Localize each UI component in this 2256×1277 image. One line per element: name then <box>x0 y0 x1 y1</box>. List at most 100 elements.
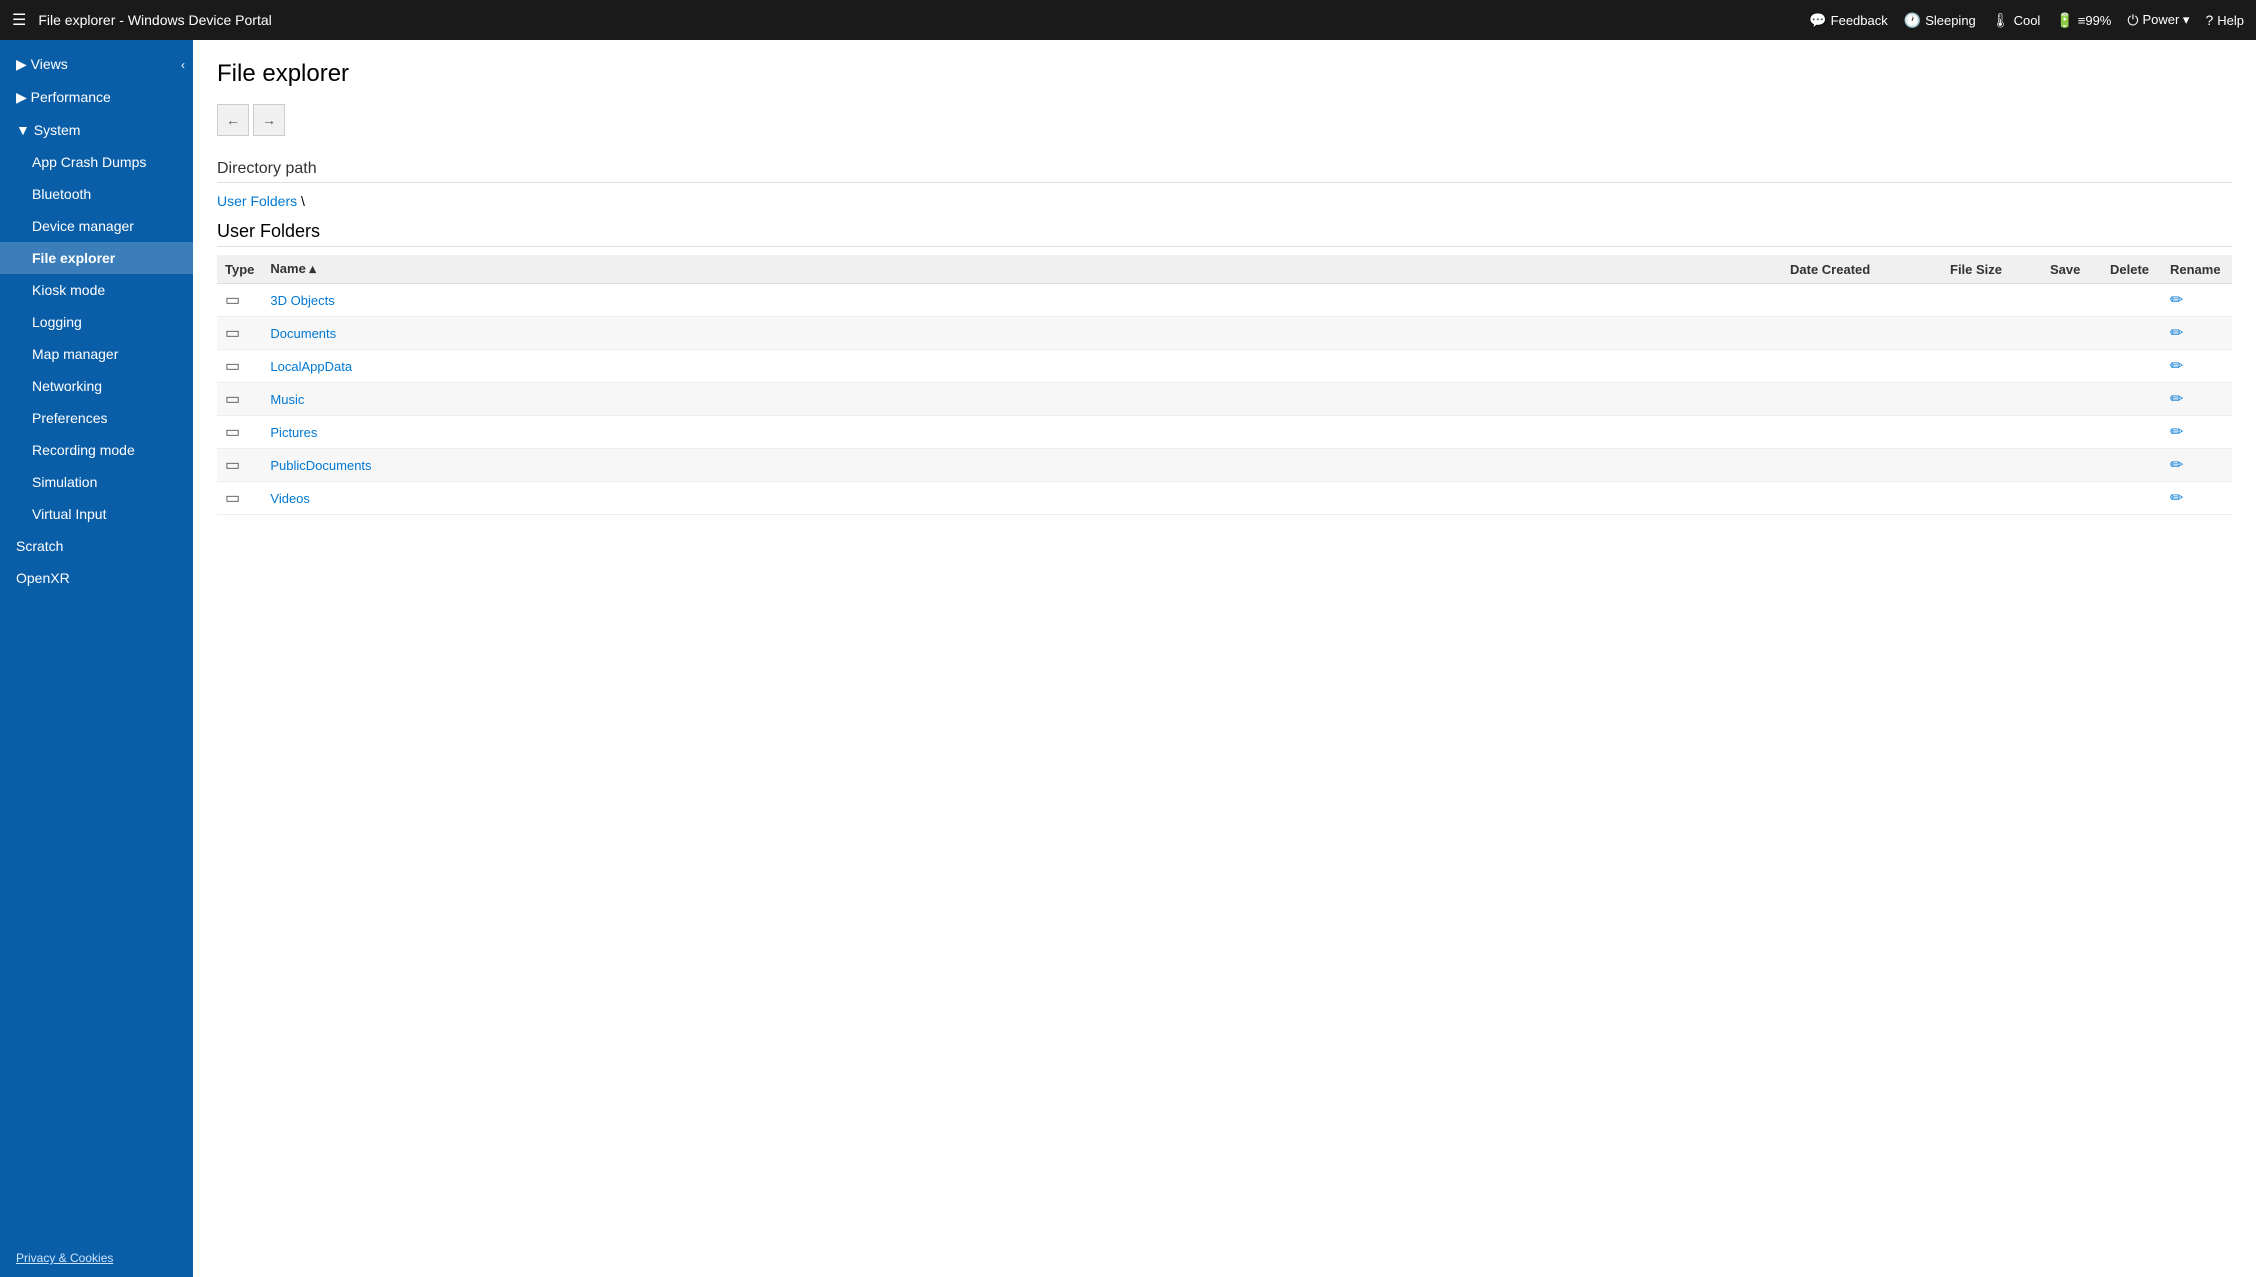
table-row: ▭ LocalAppData ✏ <box>217 350 2232 383</box>
sidebar-item-performance[interactable]: ▶ Performance <box>0 81 193 114</box>
sidebar-item-views[interactable]: ▶ Views <box>0 48 193 81</box>
sidebar-item-map-manager[interactable]: Map manager <box>0 338 193 370</box>
cell-delete-documents <box>2102 317 2162 350</box>
folder-link-music[interactable]: Music <box>270 392 304 407</box>
cell-delete-public-documents <box>2102 449 2162 482</box>
cell-size-videos <box>1942 482 2042 515</box>
sleeping-status[interactable]: 🕐 Sleeping <box>1904 12 1976 29</box>
cell-delete-videos <box>2102 482 2162 515</box>
cell-save-documents <box>2042 317 2102 350</box>
help-icon: ? <box>2205 12 2213 28</box>
cell-size-3d-objects <box>1942 284 2042 317</box>
sidebar-item-scratch[interactable]: Scratch <box>0 530 193 562</box>
cell-date-public-documents <box>1782 449 1942 482</box>
cell-name-3d-objects: 3D Objects <box>262 284 1782 317</box>
cell-delete-3d-objects <box>2102 284 2162 317</box>
cell-name-local-app-data: LocalAppData <box>262 350 1782 383</box>
status-bar: 💬 Feedback 🕐 Sleeping 🌡 Cool 🔋 ≡99% ⏻ Po… <box>1809 12 2244 29</box>
cell-type-music: ▭ <box>217 383 262 416</box>
power-button[interactable]: ⏻ Power ▾ <box>2127 12 2189 29</box>
cell-delete-local-app-data <box>2102 350 2162 383</box>
sidebar-item-simulation[interactable]: Simulation <box>0 466 193 498</box>
rename-button-documents[interactable]: ✏ <box>2170 323 2183 343</box>
rename-button-local-app-data[interactable]: ✏ <box>2170 356 2183 376</box>
cell-name-music: Music <box>262 383 1782 416</box>
sidebar-item-file-explorer[interactable]: File explorer <box>0 242 193 274</box>
sidebar-item-device-manager[interactable]: Device manager <box>0 210 193 242</box>
menu-icon[interactable]: ☰ <box>12 10 26 30</box>
table-row: ▭ PublicDocuments ✏ <box>217 449 2232 482</box>
help-button[interactable]: ? Help <box>2205 12 2244 28</box>
file-table: Type Name ▴ Date Created File Size Save … <box>217 255 2232 515</box>
table-row: ▭ Pictures ✏ <box>217 416 2232 449</box>
folder-icon-pictures: ▭ <box>225 424 240 441</box>
rename-button-music[interactable]: ✏ <box>2170 389 2183 409</box>
sidebar-item-system[interactable]: ▼ System <box>0 114 193 146</box>
cell-save-pictures <box>2042 416 2102 449</box>
cell-rename-videos: ✏ <box>2162 482 2232 515</box>
sidebar-item-app-crash-dumps[interactable]: App Crash Dumps <box>0 146 193 178</box>
sidebar-item-virtual-input[interactable]: Virtual Input <box>0 498 193 530</box>
breadcrumb-sep: \ <box>297 193 305 209</box>
sleeping-icon: 🕐 <box>1904 12 1921 29</box>
power-label: Power ▾ <box>2142 12 2189 28</box>
battery-icon: 🔋 <box>2056 12 2073 29</box>
folder-link-documents[interactable]: Documents <box>270 326 336 341</box>
folder-link-public-documents[interactable]: PublicDocuments <box>270 458 371 473</box>
cell-name-public-documents: PublicDocuments <box>262 449 1782 482</box>
folder-link-pictures[interactable]: Pictures <box>270 425 317 440</box>
folder-link-videos[interactable]: Videos <box>270 491 310 506</box>
back-button[interactable]: ← <box>217 104 249 136</box>
page-title: File explorer <box>217 60 2232 88</box>
cell-date-pictures <box>1782 416 1942 449</box>
sidebar-item-logging[interactable]: Logging <box>0 306 193 338</box>
rename-button-3d-objects[interactable]: ✏ <box>2170 290 2183 310</box>
cell-type-public-documents: ▭ <box>217 449 262 482</box>
sidebar-item-openxr[interactable]: OpenXR <box>0 562 193 594</box>
table-row: ▭ Videos ✏ <box>217 482 2232 515</box>
cell-save-music <box>2042 383 2102 416</box>
rename-button-public-documents[interactable]: ✏ <box>2170 455 2183 475</box>
sidebar-item-kiosk-mode[interactable]: Kiosk mode <box>0 274 193 306</box>
sidebar-item-recording-mode[interactable]: Recording mode <box>0 434 193 466</box>
cell-type-videos: ▭ <box>217 482 262 515</box>
rename-button-videos[interactable]: ✏ <box>2170 488 2183 508</box>
content-area: File explorer ← → Directory path User Fo… <box>193 40 2256 1277</box>
cell-date-3d-objects <box>1782 284 1942 317</box>
cell-rename-local-app-data: ✏ <box>2162 350 2232 383</box>
table-header: Type Name ▴ Date Created File Size Save … <box>217 255 2232 284</box>
cell-rename-3d-objects: ✏ <box>2162 284 2232 317</box>
cell-save-public-documents <box>2042 449 2102 482</box>
cell-date-videos <box>1782 482 1942 515</box>
folder-link-3d-objects[interactable]: 3D Objects <box>270 293 334 308</box>
sidebar-item-preferences[interactable]: Preferences <box>0 402 193 434</box>
col-file-size: File Size <box>1942 255 2042 284</box>
cell-type-documents: ▭ <box>217 317 262 350</box>
temperature-status: 🌡 Cool <box>1992 12 2041 29</box>
col-name[interactable]: Name ▴ <box>262 255 1782 284</box>
forward-button[interactable]: → <box>253 104 285 136</box>
col-rename: Rename <box>2162 255 2232 284</box>
folder-icon-3d-objects: ▭ <box>225 292 240 309</box>
folder-section-title: User Folders <box>217 221 2232 247</box>
table-row: ▭ Music ✏ <box>217 383 2232 416</box>
breadcrumb-link[interactable]: User Folders <box>217 193 297 209</box>
cell-date-local-app-data <box>1782 350 1942 383</box>
cell-save-3d-objects <box>2042 284 2102 317</box>
folder-icon-videos: ▭ <box>225 490 240 507</box>
sidebar-collapse-button[interactable]: ‹ <box>173 50 193 80</box>
battery-label: ≡99% <box>2078 13 2112 28</box>
privacy-cookies-link[interactable]: Privacy & Cookies <box>0 1239 193 1277</box>
col-delete: Delete <box>2102 255 2162 284</box>
rename-button-pictures[interactable]: ✏ <box>2170 422 2183 442</box>
col-date-created: Date Created <box>1782 255 1942 284</box>
cell-name-videos: Videos <box>262 482 1782 515</box>
sidebar-item-bluetooth[interactable]: Bluetooth <box>0 178 193 210</box>
feedback-button[interactable]: 💬 Feedback <box>1809 12 1888 29</box>
cell-rename-documents: ✏ <box>2162 317 2232 350</box>
cell-size-pictures <box>1942 416 2042 449</box>
feedback-icon: 💬 <box>1809 12 1826 29</box>
folder-icon-documents: ▭ <box>225 325 240 342</box>
sidebar-item-networking[interactable]: Networking <box>0 370 193 402</box>
folder-link-local-app-data[interactable]: LocalAppData <box>270 359 352 374</box>
